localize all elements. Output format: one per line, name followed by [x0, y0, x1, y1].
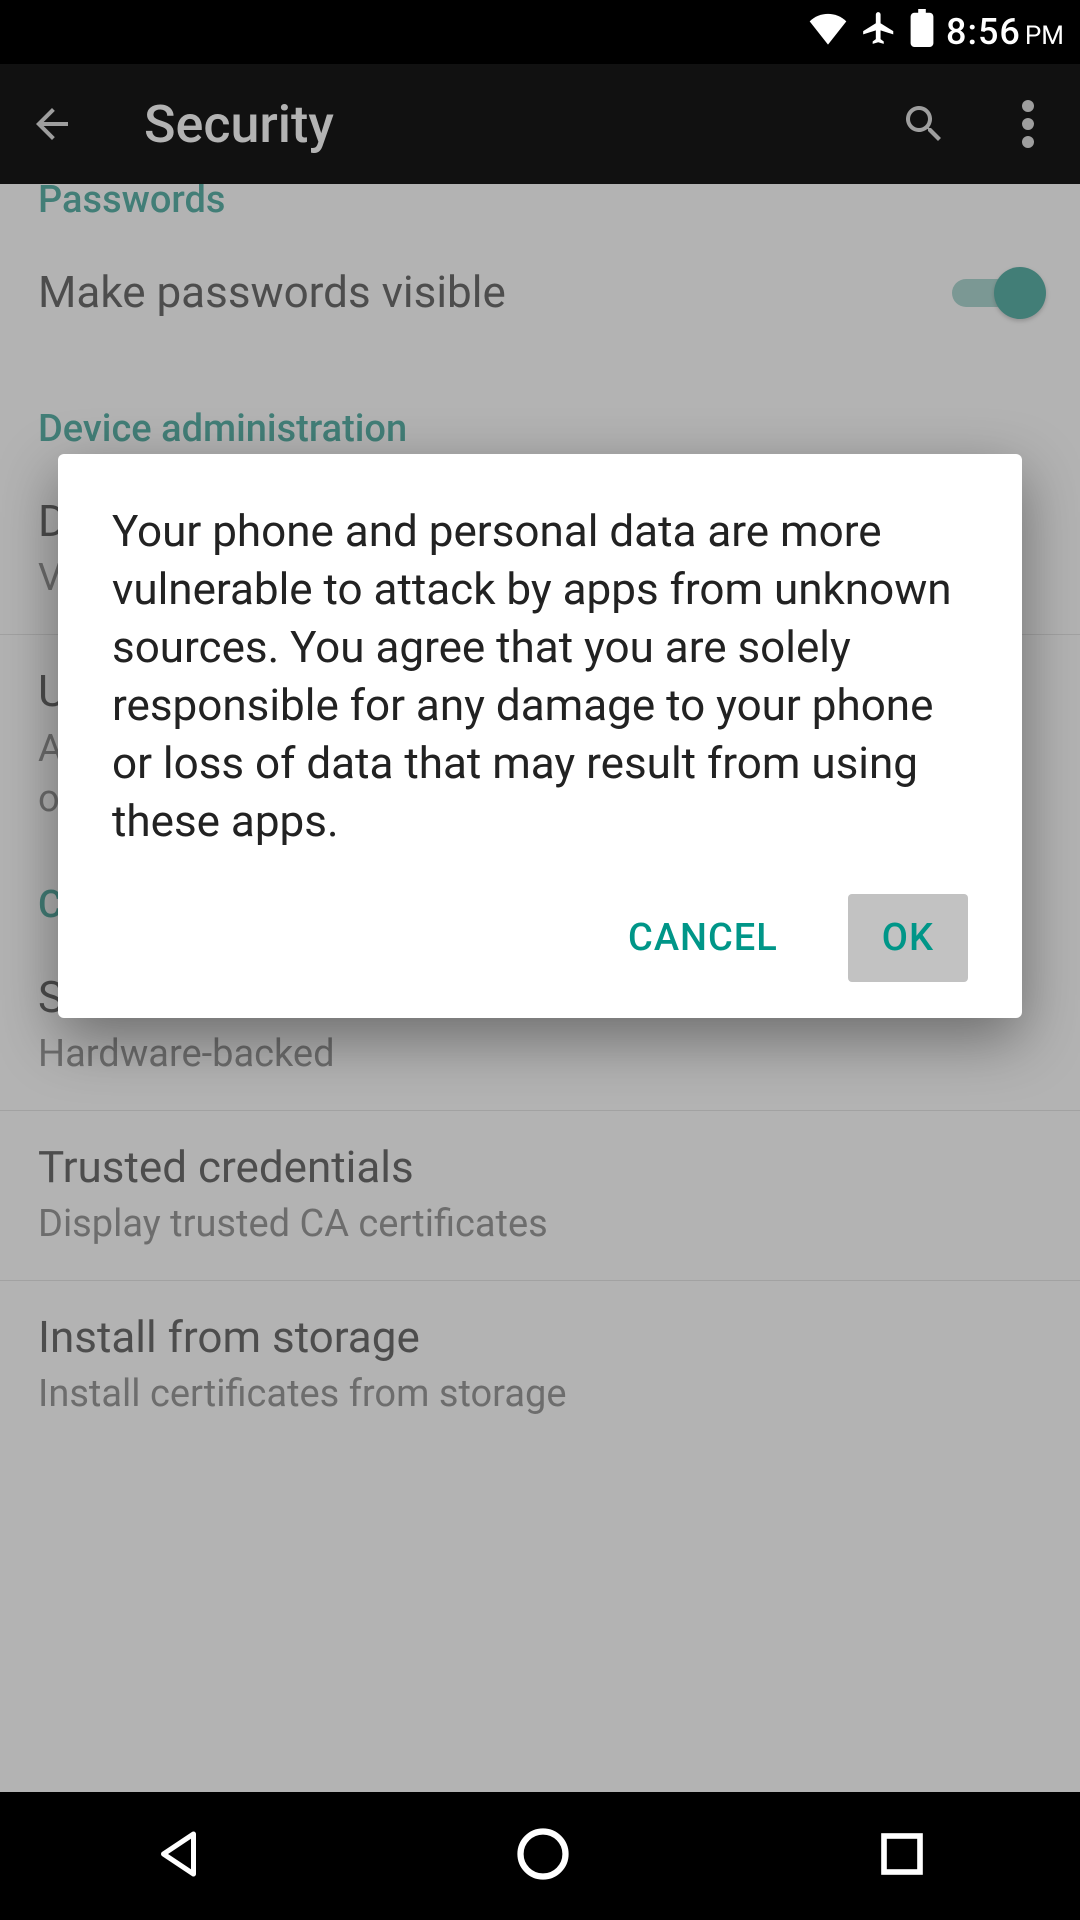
search-button[interactable] [892, 92, 956, 156]
back-button[interactable] [20, 92, 84, 156]
battery-icon [910, 9, 934, 56]
nav-home-button[interactable] [513, 1824, 573, 1888]
ok-button[interactable]: OK [848, 894, 968, 982]
dialog-actions: Cancel OK [112, 894, 968, 982]
dialog-message: Your phone and personal data are more vu… [112, 502, 968, 850]
navigation-bar [0, 1792, 1080, 1920]
cancel-button[interactable]: Cancel [594, 894, 812, 982]
nav-back-button[interactable] [151, 1824, 211, 1888]
app-bar: Security [0, 64, 1080, 184]
overflow-menu-button[interactable] [996, 92, 1060, 156]
confirm-dialog: Your phone and personal data are more vu… [58, 454, 1022, 1018]
status-bar: 8:56PM [0, 0, 1080, 64]
page-title: Security [144, 94, 852, 155]
status-time: 8:56PM [946, 11, 1064, 53]
nav-recent-button[interactable] [875, 1827, 929, 1885]
airplane-icon [860, 9, 898, 56]
wifi-icon [808, 11, 848, 54]
